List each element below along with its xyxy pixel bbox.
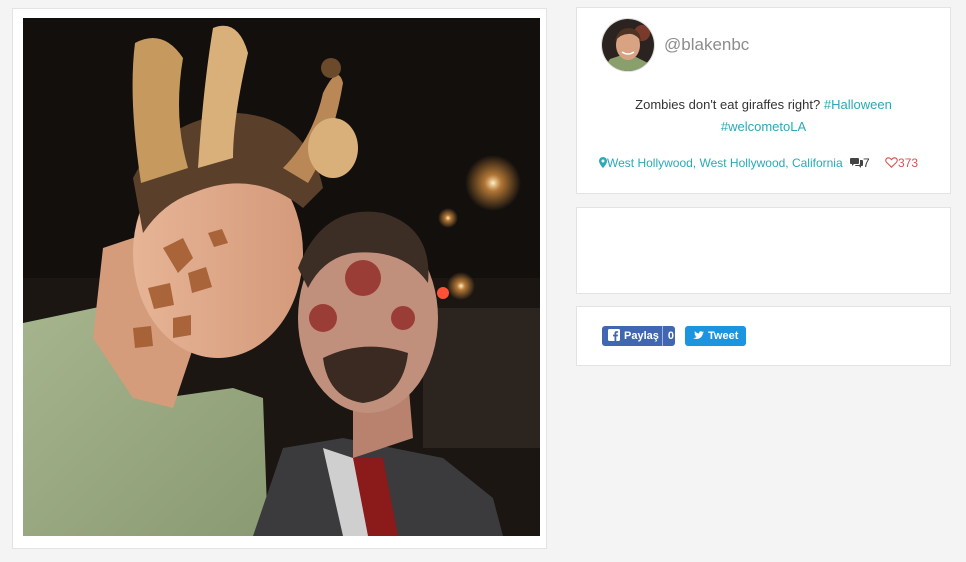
post-caption: Zombies don't eat giraffes right? #Hallo…	[607, 94, 920, 138]
facebook-share-button[interactable]: Paylaş 0	[602, 326, 675, 346]
comments-count-value: 7	[863, 156, 870, 170]
tweet-button[interactable]: Tweet	[685, 326, 746, 346]
facebook-share-count: 0	[661, 326, 674, 346]
post-photo[interactable]	[23, 18, 540, 536]
username[interactable]: @blakenbc	[664, 35, 749, 55]
twitter-bird-icon	[693, 331, 704, 339]
post-meta: West Hollywood, West Hollywood, Californ…	[599, 155, 928, 171]
share-panel: Paylaş 0 Tweet	[576, 306, 951, 366]
heart-outline-icon	[885, 157, 898, 168]
location-label: West Hollywood, West Hollywood, Californ…	[607, 156, 843, 170]
empty-panel	[576, 207, 951, 294]
facebook-share-label: Paylaş	[624, 330, 659, 342]
avatar[interactable]	[601, 18, 655, 72]
comments-count[interactable]: 7	[850, 156, 873, 170]
facebook-icon	[608, 329, 620, 341]
avatar-illustration	[602, 19, 654, 71]
location-link[interactable]: West Hollywood, West Hollywood, Californ…	[599, 156, 846, 170]
hashtag-link[interactable]: #welcometoLA	[721, 119, 806, 134]
caption-text: Zombies don't eat giraffes right?	[635, 97, 821, 112]
photo-illustration	[23, 18, 540, 536]
post-info-card: @blakenbc Zombies don't eat giraffes rig…	[576, 7, 951, 194]
likes-count-value: 373	[898, 156, 919, 170]
likes-count[interactable]: 373	[885, 156, 918, 170]
comments-icon	[850, 158, 863, 168]
post-photo-card	[12, 8, 547, 549]
map-marker-icon	[599, 157, 607, 168]
tweet-label: Tweet	[708, 330, 739, 342]
hashtag-link[interactable]: #Halloween	[824, 97, 892, 112]
